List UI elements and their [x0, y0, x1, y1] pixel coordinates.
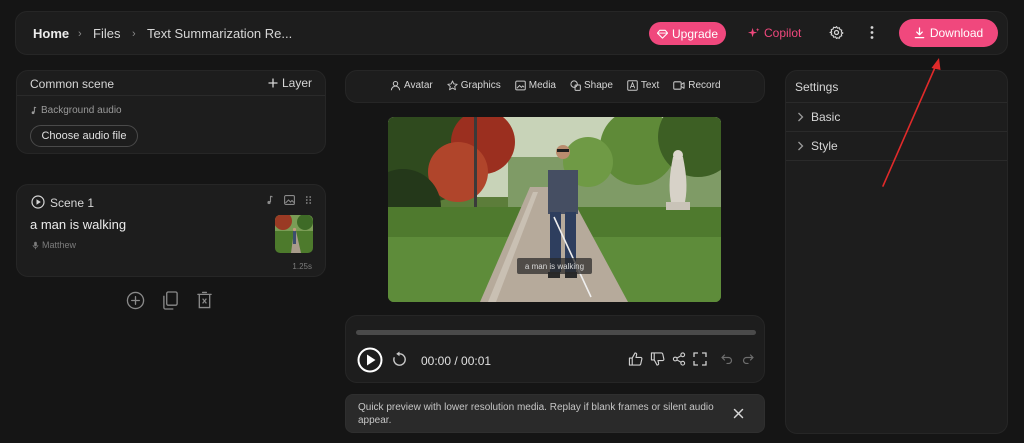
toolbar-avatar-label: Avatar: [404, 80, 433, 91]
more-vertical-icon: [870, 26, 874, 39]
play-icon[interactable]: [357, 347, 383, 373]
copilot-button[interactable]: Copilot: [747, 26, 801, 40]
add-scene-icon[interactable]: [126, 291, 145, 310]
divider: [786, 102, 1007, 103]
settings-section-style[interactable]: Style: [797, 139, 838, 153]
graphics-icon: [447, 80, 458, 91]
chevron-right-icon: [798, 112, 804, 122]
preview-notice-text: Quick preview with lower resolution medi…: [358, 402, 714, 426]
download-button[interactable]: Download: [899, 19, 998, 47]
gear-icon: [829, 26, 844, 39]
scene-title: Scene 1: [50, 196, 95, 210]
choose-audio-file-button[interactable]: Choose audio file: [30, 125, 138, 147]
divider: [786, 131, 1007, 132]
element-toolbar: Avatar Graphics Media Shape Text Record: [345, 70, 765, 103]
settings-title: Settings: [795, 80, 839, 94]
duplicate-scene-icon[interactable]: [162, 291, 179, 310]
scene-script-text[interactable]: a man is walking: [30, 217, 126, 232]
toolbar-text[interactable]: Text: [627, 80, 659, 91]
settings-gear-button[interactable]: [829, 25, 844, 40]
layer-label: Layer: [281, 76, 312, 90]
breadcrumb-files[interactable]: Files: [93, 26, 120, 41]
toolbar-graphics[interactable]: Graphics: [447, 80, 501, 91]
toolbar-record[interactable]: Record: [673, 80, 721, 91]
upgrade-label: Upgrade: [671, 26, 719, 41]
toolbar-graphics-label: Graphics: [460, 80, 501, 91]
image-icon[interactable]: [284, 195, 295, 205]
media-icon: [514, 80, 526, 91]
scene-icons: [265, 195, 312, 205]
breadcrumb-current-file[interactable]: Text Summarization Re...: [147, 26, 292, 41]
replay-icon[interactable]: [391, 351, 408, 368]
video-preview[interactable]: a man is walking: [388, 117, 721, 302]
top-bar: Home › Files › Text Summarization Re... …: [15, 11, 1008, 55]
scene-play-icon[interactable]: [31, 195, 45, 209]
download-label: Download: [929, 26, 984, 40]
more-options-button[interactable]: [865, 25, 879, 40]
drag-handle-icon[interactable]: [305, 195, 312, 205]
player-action-icons: [628, 352, 707, 366]
text-icon: [627, 80, 638, 91]
common-scene-panel: Common scene Layer Background audio Choo…: [16, 70, 326, 154]
toolbar-avatar[interactable]: Avatar: [390, 80, 433, 91]
scene-thumbnail[interactable]: [275, 215, 313, 253]
chevron-right-icon: [798, 141, 804, 151]
breadcrumb-separator-icon: ›: [78, 28, 82, 40]
scene-card[interactable]: Scene 1 a man is walking Matthew 1.25s: [16, 184, 326, 277]
sparkle-icon: [747, 27, 760, 37]
settings-section-style-label: Style: [811, 139, 838, 153]
upgrade-button[interactable]: Upgrade: [649, 22, 726, 45]
video-caption: a man is walking: [517, 258, 592, 274]
plus-icon: [268, 78, 278, 88]
toolbar-media-label: Media: [528, 80, 556, 91]
scene-duration: 1.25s: [292, 262, 312, 271]
delete-scene-icon[interactable]: [196, 291, 213, 310]
settings-panel: Settings Basic Style: [785, 70, 1008, 434]
close-icon[interactable]: [733, 408, 744, 419]
thumbs-up-icon[interactable]: [628, 352, 643, 366]
thumbs-down-icon[interactable]: [650, 352, 665, 366]
divider: [786, 160, 1007, 161]
progress-bar[interactable]: [356, 330, 756, 335]
preview-notice: Quick preview with lower resolution medi…: [345, 394, 765, 433]
diamond-icon: [656, 29, 668, 39]
scene-actions: [126, 291, 213, 310]
microphone-icon: [32, 241, 39, 249]
toolbar-media[interactable]: Media: [514, 80, 556, 91]
undo-redo: [721, 353, 754, 364]
scene-voice-row[interactable]: Matthew: [32, 240, 76, 250]
share-icon[interactable]: [672, 352, 686, 366]
shape-icon: [570, 80, 581, 91]
download-icon: [914, 27, 925, 39]
fullscreen-icon[interactable]: [693, 352, 707, 366]
breadcrumb-separator-icon: ›: [132, 28, 136, 40]
toolbar-shape-label: Shape: [584, 80, 613, 91]
divider: [17, 95, 325, 96]
avatar-icon: [390, 80, 401, 91]
common-scene-title: Common scene: [30, 77, 115, 91]
music-note-icon: [31, 106, 37, 115]
record-icon: [673, 81, 685, 90]
background-audio-row: Background audio: [30, 105, 122, 116]
redo-icon[interactable]: [742, 353, 754, 364]
music-note-icon[interactable]: [265, 195, 274, 205]
breadcrumb-home[interactable]: Home: [33, 26, 69, 41]
settings-section-basic-label: Basic: [811, 110, 841, 124]
toolbar-shape[interactable]: Shape: [570, 80, 613, 91]
video-frame-image: [388, 117, 721, 302]
player-controls: 00:00 / 00:01: [345, 315, 765, 383]
add-layer-button[interactable]: Layer: [268, 76, 312, 90]
settings-section-basic[interactable]: Basic: [797, 110, 840, 124]
copilot-label: Copilot: [764, 26, 802, 40]
toolbar-text-label: Text: [640, 80, 660, 91]
playback-time: 00:00 / 00:01: [421, 354, 492, 368]
toolbar-record-label: Record: [688, 80, 721, 91]
undo-icon[interactable]: [721, 353, 733, 364]
scene-voice-name: Matthew: [42, 240, 77, 250]
background-audio-label: Background audio: [41, 105, 122, 116]
